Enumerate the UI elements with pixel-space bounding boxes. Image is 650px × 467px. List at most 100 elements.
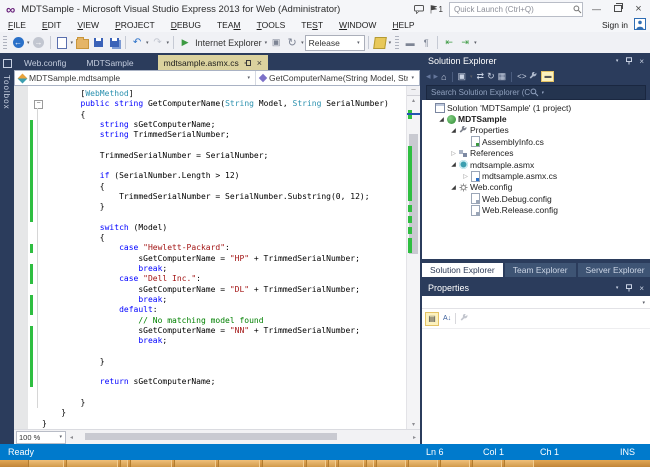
- taskbar-button[interactable]: [376, 460, 406, 467]
- run-target-label[interactable]: Internet Explorer: [195, 38, 262, 48]
- menu-help[interactable]: HELP: [384, 19, 422, 31]
- taskbar-button[interactable]: [408, 460, 438, 467]
- taskbar-button[interactable]: [472, 460, 502, 467]
- back-icon[interactable]: ◂: [426, 71, 431, 82]
- expander-icon[interactable]: ◢: [449, 127, 458, 134]
- tree-item[interactable]: Solution 'MDTSample' (1 project): [422, 102, 650, 113]
- explorer-tab-server-explorer[interactable]: Server Explorer: [578, 263, 650, 277]
- type-dropdown[interactable]: MDTSample.mdtsample ▾: [15, 71, 256, 85]
- attach-icon[interactable]: ▣: [269, 35, 283, 51]
- alphabetical-sort-button[interactable]: A↓: [443, 315, 451, 322]
- chevron-down-icon[interactable]: ▾: [642, 300, 645, 306]
- taskbar-button[interactable]: [218, 460, 260, 467]
- save-button[interactable]: [91, 35, 105, 51]
- chevron-down-icon[interactable]: ▾: [146, 40, 149, 46]
- scroll-down-icon[interactable]: ▾: [407, 421, 420, 428]
- horizontal-scrollbar[interactable]: [77, 430, 409, 444]
- tree-item[interactable]: Web.Debug.config: [422, 193, 650, 204]
- chevron-down-icon[interactable]: ▾: [265, 40, 268, 46]
- editor-zoom-combo[interactable]: 100 % ▾: [16, 431, 66, 444]
- home-icon[interactable]: ⌂: [441, 72, 446, 82]
- forward-icon[interactable]: ▸: [434, 71, 439, 82]
- toolbar-grip[interactable]: [3, 36, 7, 49]
- chevron-down-icon[interactable]: ▾: [542, 90, 641, 96]
- chevron-down-icon[interactable]: ▾: [71, 40, 74, 46]
- window-position-icon[interactable]: ▾: [616, 58, 619, 64]
- restore-button[interactable]: [610, 4, 625, 14]
- pin-icon[interactable]: [625, 284, 633, 292]
- sync-icon[interactable]: ⇄: [477, 71, 485, 82]
- feedback-icon[interactable]: [414, 5, 424, 14]
- scroll-left-icon[interactable]: ◂: [66, 434, 77, 441]
- scroll-up-icon[interactable]: ▴: [407, 97, 420, 104]
- document-tab[interactable]: MDTSample: [76, 55, 143, 70]
- menu-file[interactable]: FILE: [0, 19, 34, 31]
- tree-item[interactable]: ▷mdtsample.asmx.cs: [422, 170, 650, 181]
- document-tab[interactable]: Web.config: [14, 55, 76, 70]
- tree-item[interactable]: ◢MDTSample: [422, 113, 650, 124]
- save-all-button[interactable]: [107, 35, 121, 51]
- taskbar-button[interactable]: [328, 460, 336, 467]
- comment-button[interactable]: ▬: [403, 35, 417, 51]
- menu-window[interactable]: WINDOW: [331, 19, 384, 31]
- taskbar-button[interactable]: [306, 460, 326, 467]
- taskbar-button[interactable]: [130, 460, 172, 467]
- redo-button[interactable]: ↷: [151, 35, 165, 51]
- undo-button[interactable]: ↶: [130, 35, 144, 51]
- menu-project[interactable]: PROJECT: [107, 19, 163, 31]
- chevron-down-icon[interactable]: ▾: [27, 40, 30, 46]
- vertical-scrollbar[interactable]: ─ ▴ ▾: [406, 86, 420, 430]
- menu-tools[interactable]: TOOLS: [249, 19, 294, 31]
- taskbar-button[interactable]: [366, 460, 374, 467]
- member-dropdown[interactable]: GetComputerName(String Model, String Ser…: [256, 71, 419, 85]
- expander-icon[interactable]: ◢: [437, 116, 446, 123]
- solution-explorer-search-input[interactable]: Search Solution Explorer (Ctrl+;) ▾: [426, 85, 646, 100]
- taskbar-button[interactable]: [262, 460, 304, 467]
- collapse-all-icon[interactable]: ▣: [458, 71, 467, 82]
- window-position-icon[interactable]: ▾: [616, 285, 619, 291]
- solution-configuration-combo[interactable]: Release ▾: [305, 35, 365, 51]
- tree-item[interactable]: AssemblyInfo.cs: [422, 136, 650, 147]
- taskbar-button[interactable]: [66, 460, 118, 467]
- close-icon[interactable]: ×: [639, 57, 644, 66]
- indent-decrease-icon[interactable]: ⇤: [442, 35, 456, 51]
- tree-item[interactable]: Web.Release.config: [422, 205, 650, 216]
- toolbar-overflow-icon[interactable]: ▾: [474, 40, 477, 46]
- windows-taskbar[interactable]: [0, 460, 650, 467]
- properties-window-icon[interactable]: ▦: [498, 71, 507, 82]
- pin-icon[interactable]: [625, 57, 633, 65]
- indent-increase-icon[interactable]: ⇥: [458, 35, 472, 51]
- taskbar-button[interactable]: [504, 460, 534, 467]
- document-tab[interactable]: mdtsample.asmx.cs×: [158, 55, 268, 70]
- menu-debug[interactable]: DEBUG: [163, 19, 209, 31]
- expander-icon[interactable]: ◢: [449, 184, 458, 191]
- menu-edit[interactable]: EDIT: [34, 19, 69, 31]
- taskbar-button[interactable]: [440, 460, 470, 467]
- scroll-right-icon[interactable]: ▸: [409, 434, 420, 441]
- tree-item[interactable]: ◢mdtsample.asmx: [422, 159, 650, 170]
- categorized-view-button[interactable]: ▤: [425, 312, 439, 326]
- scrollbar-thumb[interactable]: [85, 433, 337, 440]
- taskbar-button[interactable]: [338, 460, 364, 467]
- menu-test[interactable]: TEST: [293, 19, 331, 31]
- tree-item[interactable]: ◢Web.config: [422, 182, 650, 193]
- new-file-button[interactable]: [55, 35, 69, 51]
- properties-wrench-icon[interactable]: [529, 72, 538, 81]
- menu-team[interactable]: TEAM: [209, 19, 249, 31]
- uncomment-button[interactable]: ¶: [419, 35, 433, 51]
- taskbar-button[interactable]: [120, 460, 128, 467]
- menu-view[interactable]: VIEW: [69, 19, 107, 31]
- minimize-button[interactable]: —: [589, 4, 604, 14]
- preview-selected-toggle[interactable]: ▬: [541, 71, 554, 82]
- code-text[interactable]: [WebMethod] public string GetComputerNam…: [42, 89, 406, 429]
- chevron-down-icon[interactable]: ▾: [470, 74, 473, 80]
- view-code-icon[interactable]: <>: [517, 72, 526, 81]
- navigate-forward-button[interactable]: →: [32, 35, 46, 51]
- expander-icon[interactable]: ▷: [449, 150, 458, 157]
- navigate-back-button[interactable]: ←: [11, 35, 25, 51]
- quick-launch-input[interactable]: Quick Launch (Ctrl+Q): [449, 2, 583, 17]
- chevron-down-icon[interactable]: ▾: [301, 40, 304, 46]
- find-in-files-icon[interactable]: [373, 35, 387, 51]
- expander-icon[interactable]: ◢: [449, 161, 458, 168]
- taskbar-button[interactable]: [174, 460, 216, 467]
